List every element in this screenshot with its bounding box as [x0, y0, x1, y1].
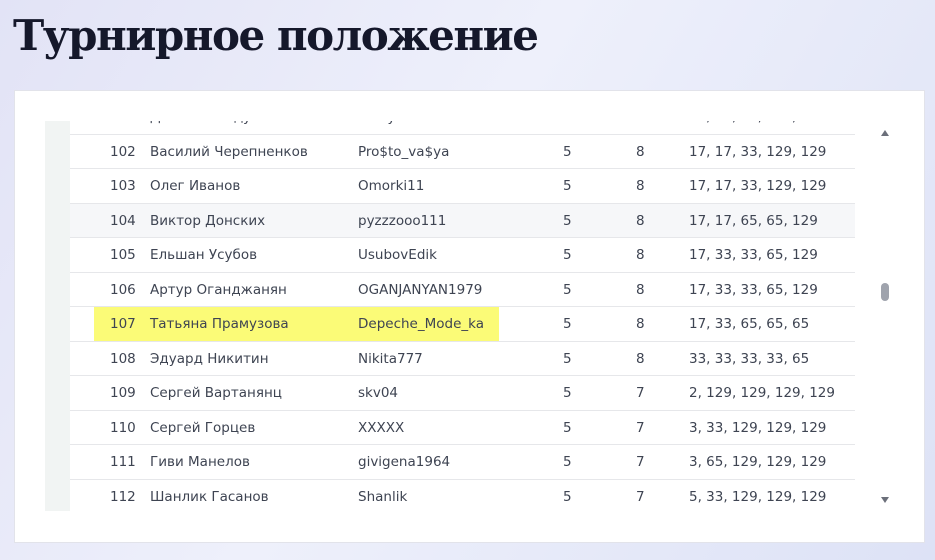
scrollbar-thumb[interactable]: [881, 283, 889, 301]
games-count: 5: [563, 316, 572, 332]
games-count: 5: [563, 247, 572, 263]
table-row[interactable]: 102 Василий Черепненков Pro$to_va$ya 5 8 17, …: [70, 135, 855, 169]
player-nickname: skv04: [358, 385, 399, 401]
score-details: 17, 17, 33, 129, 129: [689, 143, 827, 160]
player-name: Гиви Манелов: [150, 454, 250, 470]
player-name: Татьяна Прамузова: [150, 316, 289, 332]
table-row[interactable]: 108 Эдуард Никитин Nikita777 5 8 33, 33, 33, …: [70, 342, 855, 376]
arrow-up-icon[interactable]: [881, 130, 889, 136]
player-rank: 107: [110, 316, 136, 332]
player-rank: 105: [110, 247, 136, 263]
table-row[interactable]: 106 Артур Оганджанян OGANJANYAN1979 5 8 17, 3…: [70, 273, 855, 307]
player-nickname: Depeche_Mode_ka: [358, 316, 484, 332]
player-nickname: givigena1964: [358, 454, 451, 470]
table-body: 101 Денис Ахмадуллин Derty 5 8 17, 17, 33, 12…: [70, 121, 855, 511]
games-count: 5: [563, 454, 572, 470]
games-count: 5: [563, 143, 572, 160]
points-count: 8: [636, 316, 645, 332]
table-row[interactable]: 112 Шанлик Гасанов Shanlik 5 7 5, 33, 129, 12…: [70, 480, 855, 512]
player-name: Шанлик Гасанов: [150, 488, 269, 505]
player-rank: 108: [110, 350, 136, 367]
points-count: 8: [636, 178, 645, 194]
player-nickname: Shanlik: [358, 488, 408, 505]
table-row[interactable]: 101 Денис Ахмадуллин Derty 5 8 17, 17, 33, 12…: [70, 121, 855, 135]
games-count: 5: [563, 488, 572, 505]
table-row[interactable]: 107 Татьяна Прамузова Depeche_Mode_ka 5 8 17,…: [70, 307, 855, 342]
score-details: 2, 129, 129, 129, 129: [689, 385, 835, 401]
score-details: 17, 33, 33, 65, 129: [689, 281, 818, 298]
player-nickname: Nikita777: [358, 350, 423, 367]
points-count: 8: [636, 143, 645, 160]
score-details: 17, 33, 65, 65, 65: [689, 316, 810, 332]
player-name: Василий Черепненков: [150, 143, 308, 160]
player-rank: 110: [110, 419, 136, 436]
player-name: Олег Иванов: [150, 178, 241, 194]
player-nickname: XXXXX: [358, 419, 405, 436]
points-count: 8: [636, 121, 645, 134]
arrow-down-icon[interactable]: [881, 497, 889, 503]
table-row[interactable]: 103 Олег Иванов Omorki11 5 8 17, 17, 33, 129,…: [70, 169, 855, 204]
standings-card: 101 Денис Ахмадуллин Derty 5 8 17, 17, 33, 12…: [14, 90, 925, 543]
points-count: 7: [636, 454, 645, 470]
table-side-strip: [45, 121, 70, 511]
player-name: Эдуард Никитин: [150, 350, 269, 367]
points-count: 7: [636, 488, 645, 505]
player-nickname: Derty: [358, 121, 396, 134]
player-rank: 112: [110, 488, 136, 505]
player-rank: 102: [110, 143, 136, 160]
points-count: 7: [636, 385, 645, 401]
games-count: 5: [563, 121, 572, 134]
points-count: 8: [636, 212, 645, 229]
table-row[interactable]: 111 Гиви Манелов givigena1964 5 7 3, 65, 129,…: [70, 445, 855, 480]
player-nickname: OGANJANYAN1979: [358, 281, 483, 298]
player-name: Сергей Горцев: [150, 419, 256, 436]
points-count: 8: [636, 350, 645, 367]
player-name: Денис Ахмадуллин: [150, 121, 286, 134]
points-count: 8: [636, 281, 645, 298]
player-name: Артур Оганджанян: [150, 281, 287, 298]
player-rank: 101: [110, 121, 136, 134]
player-nickname: UsubovEdik: [358, 247, 437, 263]
games-count: 5: [563, 281, 572, 298]
points-count: 7: [636, 419, 645, 436]
player-rank: 111: [110, 454, 136, 470]
table-row[interactable]: 110 Сергей Горцев XXXXX 5 7 3, 33, 129, 129, …: [70, 411, 855, 445]
player-name: Ельшан Усубов: [150, 247, 258, 263]
points-count: 8: [636, 247, 645, 263]
score-details: 5, 33, 129, 129, 129: [689, 488, 827, 505]
player-nickname: Omorki11: [358, 178, 425, 194]
player-name: Виктор Донских: [150, 212, 266, 229]
player-nickname: Pro$to_va$ya: [358, 143, 450, 160]
score-details: 17, 33, 33, 65, 129: [689, 247, 818, 263]
score-details: 3, 33, 129, 129, 129: [689, 419, 827, 436]
score-details: 3, 65, 129, 129, 129: [689, 454, 827, 470]
games-count: 5: [563, 419, 572, 436]
table-row[interactable]: 109 Сергей Вартанянц skv04 5 7 2, 129, 129, 1…: [70, 376, 855, 411]
page-title: Турнирное положение: [13, 11, 539, 60]
games-count: 5: [563, 385, 572, 401]
score-details: 17, 17, 65, 65, 129: [689, 212, 818, 229]
player-nickname: pyzzzooo111: [358, 212, 447, 229]
standings-table[interactable]: 101 Денис Ахмадуллин Derty 5 8 17, 17, 33, 12…: [70, 121, 855, 511]
games-count: 5: [563, 178, 572, 194]
games-count: 5: [563, 350, 572, 367]
score-details: 17, 17, 33, 129, 129: [689, 121, 826, 134]
table-row[interactable]: 104 Виктор Донских pyzzzooo111 5 8 17, 17, 65…: [70, 203, 855, 238]
player-rank: 109: [110, 385, 136, 401]
vertical-scrollbar[interactable]: [877, 121, 893, 511]
score-details: 33, 33, 33, 33, 65: [689, 350, 810, 367]
table-row[interactable]: 105 Ельшан Усубов UsubovEdik 5 8 17, 33, 33, …: [70, 238, 855, 273]
score-details: 17, 17, 33, 129, 129: [689, 178, 827, 194]
player-name: Сергей Вартанянц: [150, 385, 282, 401]
player-rank: 104: [110, 212, 136, 229]
games-count: 5: [563, 212, 572, 229]
player-rank: 106: [110, 281, 136, 298]
player-rank: 103: [110, 178, 136, 194]
